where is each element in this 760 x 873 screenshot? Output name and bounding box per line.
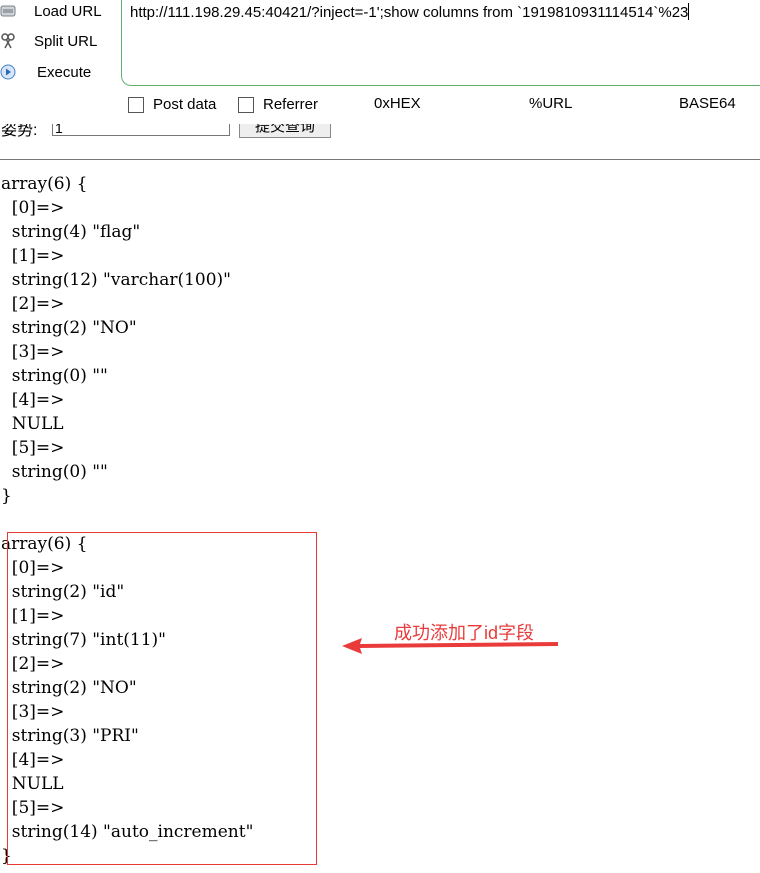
hackbar-toolbar: Load URL Split URL Execute http://111.19… <box>0 0 760 124</box>
dump-line: [4]=> <box>1 390 65 410</box>
dump-line: [0]=> <box>1 198 65 218</box>
text-cursor <box>688 3 690 20</box>
var-dump-flag-column: array(6) { [0]=> string(4) "flag" [1]=> … <box>1 172 231 508</box>
dump-line: array(6) { <box>1 174 88 194</box>
dump-line: [1]=> <box>1 246 65 266</box>
dump-line: string(4) "flag" <box>1 222 141 242</box>
annotation-arrow-icon <box>342 638 558 654</box>
post-data-checkbox[interactable]: Post data <box>128 96 216 113</box>
inject-input[interactable]: 1 <box>52 124 230 136</box>
load-url-button[interactable]: Load URL <box>0 0 115 24</box>
dump-line: } <box>1 486 12 506</box>
form-label: 姿势: <box>1 124 38 139</box>
hex-label: 0xHEX <box>374 95 421 112</box>
url-text: http://111.198.29.45:40421/?inject=-1';s… <box>130 4 689 21</box>
dump-line: string(2) "NO" <box>1 318 137 338</box>
query-form: 姿势: 1 提交查询 <box>0 124 760 140</box>
post-data-label: Post data <box>153 96 217 113</box>
highlight-box <box>7 532 317 865</box>
hex-encoder: 0xHEX <box>333 95 463 114</box>
execute-button[interactable]: Execute <box>0 59 115 85</box>
execute-icon <box>0 64 16 80</box>
dump-line: [3]=> <box>1 342 65 362</box>
referrer-checkbox[interactable]: Referrer <box>238 96 318 113</box>
url-textarea[interactable]: http://111.198.29.45:40421/?inject=-1';s… <box>121 0 760 86</box>
submit-button[interactable]: 提交查询 <box>239 124 331 138</box>
load-url-icon <box>0 5 16 17</box>
split-url-button[interactable]: Split URL <box>0 28 115 54</box>
split-url-icon <box>1 33 15 49</box>
url-encoder: %URL <box>487 95 617 114</box>
dump-line: string(12) "varchar(100)" <box>1 270 232 290</box>
dump-line: NULL <box>1 414 64 434</box>
base64-label: BASE64 <box>679 95 736 112</box>
dump-line: string(0) "" <box>1 462 108 482</box>
divider <box>0 159 760 160</box>
url-encode-label: %URL <box>529 95 573 112</box>
post-data-box[interactable] <box>128 96 144 113</box>
dump-line: [2]=> <box>1 294 65 314</box>
execute-label: Execute <box>37 63 92 81</box>
dump-line: string(0) "" <box>1 366 108 386</box>
referrer-label: Referrer <box>263 96 319 113</box>
load-url-label: Load URL <box>34 2 102 20</box>
split-url-label: Split URL <box>34 32 98 50</box>
dump-line: [5]=> <box>1 438 65 458</box>
base64-encoder: BASE64 <box>638 95 760 114</box>
referrer-box[interactable] <box>238 96 254 113</box>
